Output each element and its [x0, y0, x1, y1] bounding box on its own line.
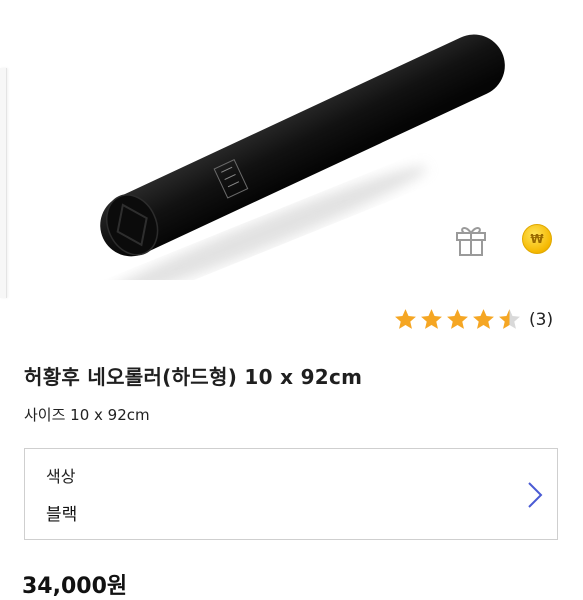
- chevron-right-icon: [528, 482, 543, 508]
- star-icon: [421, 309, 442, 329]
- rating-count[interactable]: (3): [529, 310, 553, 330]
- star-icon: [447, 309, 468, 329]
- side-panel-edge[interactable]: [0, 68, 7, 298]
- won-coin-icon[interactable]: ₩: [522, 224, 552, 254]
- won-coin-glyph: ₩: [530, 232, 544, 246]
- star-icon: [395, 309, 416, 329]
- product-image: [93, 34, 505, 280]
- option-value: 블랙: [46, 505, 78, 525]
- star-icon: [473, 309, 494, 329]
- color-option-selector[interactable]: 색상 블랙: [24, 448, 558, 540]
- half-star-icon: [499, 309, 520, 329]
- product-title: 허황후 네오롤러(하드형) 10 x 92cm: [24, 365, 363, 389]
- product-price: 34,000원: [22, 574, 128, 599]
- gift-icon[interactable]: [452, 220, 490, 258]
- product-size: 사이즈 10 x 92cm: [24, 406, 150, 424]
- option-label: 색상: [46, 467, 76, 486]
- product-rating[interactable]: (3): [393, 307, 553, 332]
